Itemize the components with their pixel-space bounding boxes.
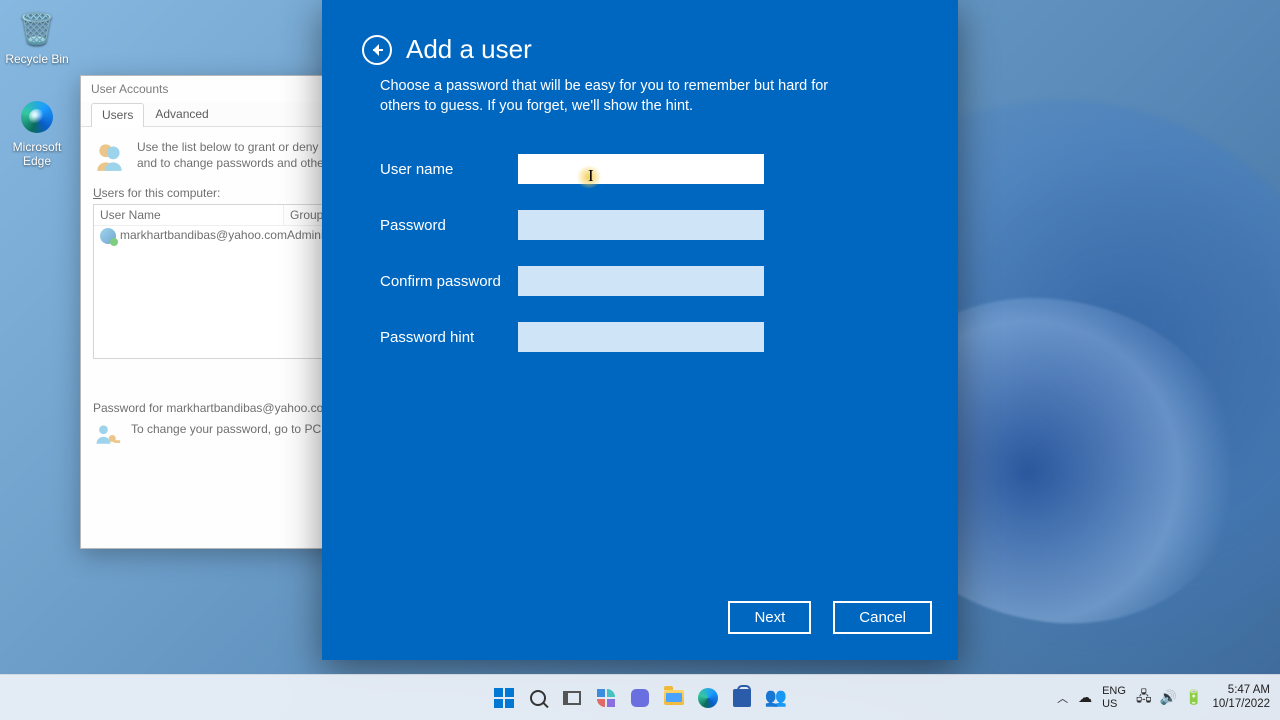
volume-tray-icon[interactable]: 🔊 (1160, 689, 1177, 706)
taskbar-search[interactable] (524, 684, 552, 712)
taskview-icon (563, 691, 581, 705)
widgets-icon (597, 689, 615, 707)
folder-icon (664, 690, 684, 705)
desktop-icon-edge[interactable]: Microsoft Edge (0, 96, 74, 168)
clock[interactable]: 5:47 AM 10/17/2022 (1212, 684, 1270, 710)
taskbar-edge[interactable] (694, 684, 722, 712)
tray-overflow-button[interactable]: ︿ (1057, 690, 1068, 706)
onedrive-tray-icon[interactable]: ☁ (1078, 689, 1092, 706)
taskbar: 👥 ︿ ☁ ENG US 🖧 🔊 🔋 5:47 AM 10/17/2022 (0, 674, 1280, 720)
back-button[interactable] (362, 35, 392, 65)
search-icon (530, 690, 546, 706)
store-icon (733, 689, 751, 707)
modal-subtitle: Choose a password that will be easy for … (322, 73, 882, 116)
confirm-password-input[interactable] (518, 266, 764, 296)
label-password: Password (380, 217, 518, 234)
password-input[interactable] (518, 210, 764, 240)
taskbar-user-accounts[interactable]: 👥 (762, 684, 790, 712)
password-hint-input[interactable] (518, 322, 764, 352)
taskbar-chat[interactable] (626, 684, 654, 712)
cancel-button[interactable]: Cancel (833, 601, 932, 634)
label-confirm-password: Confirm password (380, 273, 518, 290)
windows-icon (494, 688, 514, 708)
taskbar-widgets[interactable] (592, 684, 620, 712)
add-user-modal: Add a user Choose a password that will b… (322, 0, 958, 660)
language-indicator[interactable]: ENG US (1102, 685, 1126, 709)
desktop-icon-label: Microsoft Edge (0, 140, 74, 168)
desktop-icon-recycle-bin[interactable]: 🗑️ Recycle Bin (0, 8, 74, 66)
start-button[interactable] (490, 684, 518, 712)
taskbar-taskview[interactable] (558, 684, 586, 712)
edge-icon (21, 101, 53, 133)
network-tray-icon[interactable]: 🖧 (1136, 686, 1152, 710)
battery-tray-icon[interactable]: 🔋 (1185, 689, 1202, 706)
recycle-bin-icon: 🗑️ (18, 12, 55, 47)
edge-icon (698, 688, 718, 708)
desktop-icon-label: Recycle Bin (0, 52, 74, 66)
taskbar-explorer[interactable] (660, 684, 688, 712)
next-button[interactable]: Next (728, 601, 811, 634)
label-username: User name (380, 161, 518, 178)
label-password-hint: Password hint (380, 329, 518, 346)
taskbar-store[interactable] (728, 684, 756, 712)
modal-title: Add a user (406, 34, 532, 65)
username-input[interactable] (518, 154, 764, 184)
chat-icon (631, 689, 649, 707)
user-accounts-icon: 👥 (765, 687, 787, 708)
